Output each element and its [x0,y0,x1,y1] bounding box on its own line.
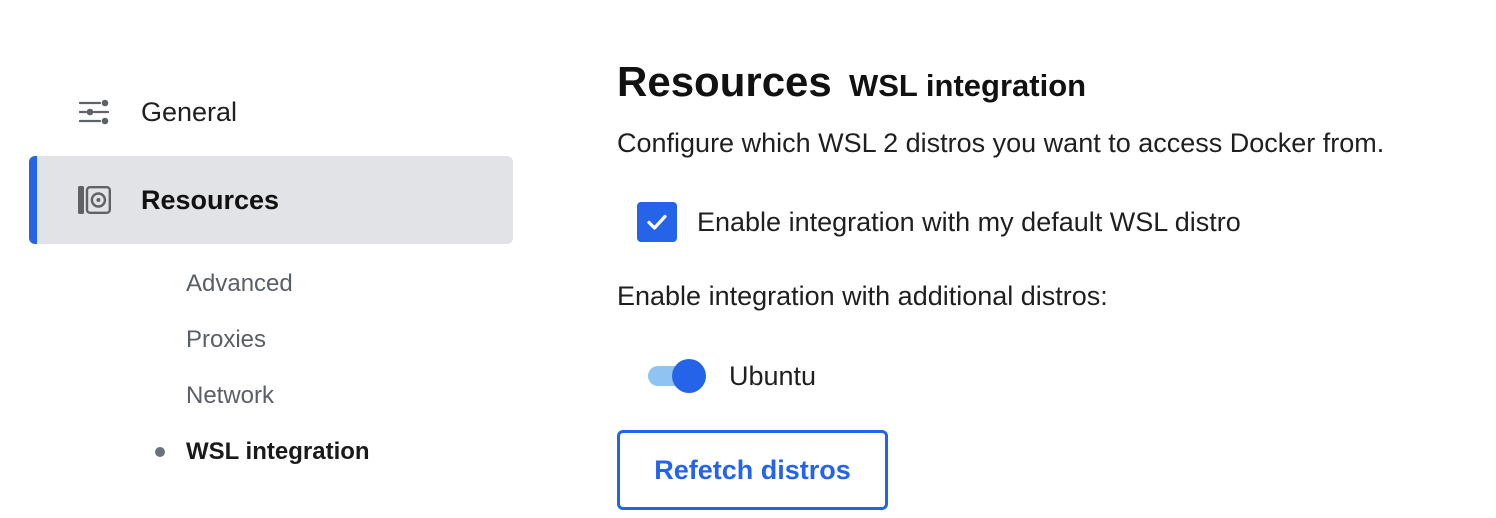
additional-distros-label: Enable integration with additional distr… [617,281,1108,311]
toggle-thumb [672,359,706,393]
resources-disk-icon [77,183,111,217]
sidebar-item-label: General [141,96,238,127]
sidebar-subitem-wsl-integration[interactable]: WSL integration [186,438,370,466]
sliders-icon [77,95,111,129]
sidebar-subitem-network[interactable]: Network [186,382,274,410]
sidebar-subitem-proxies[interactable]: Proxies [186,326,266,354]
settings-sidebar: General Resources Advanced Proxies Netwo… [0,0,540,518]
description-text: Configure which WSL 2 distros you want t… [617,128,1385,158]
sidebar-subitem-advanced[interactable]: Advanced [186,270,293,298]
sidebar-item-resources[interactable]: Resources [29,156,513,244]
distro-toggle-row-ubuntu[interactable]: Ubuntu [646,356,816,396]
ubuntu-toggle[interactable] [646,356,706,396]
page-subtitle: WSL integration [849,68,1087,103]
default-distro-label: Enable integration with my default WSL d… [697,206,1241,237]
default-distro-checkbox[interactable] [637,202,677,242]
sidebar-item-general[interactable]: General [29,68,513,156]
active-indicator-dot [155,447,165,457]
refetch-distros-button[interactable]: Refetch distros [617,430,888,510]
distro-name-label: Ubuntu [729,360,817,391]
checkmark-icon [647,214,667,230]
default-distro-option[interactable]: Enable integration with my default WSL d… [637,202,1241,242]
page-title: Resources [617,58,832,105]
sidebar-item-label: Resources [141,184,280,215]
